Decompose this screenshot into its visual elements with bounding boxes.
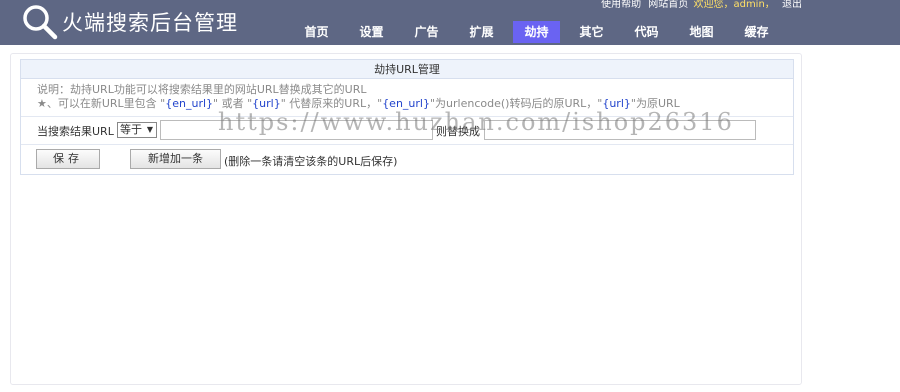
logout-link[interactable]: 退出: [782, 0, 802, 10]
nav-item-extensions[interactable]: 扩展: [458, 21, 505, 43]
save-button[interactable]: 保存: [36, 149, 100, 169]
delete-hint: (删除一条请清空该条的URL后保存): [224, 155, 398, 168]
desc-text: " 代替原来的URL，": [280, 97, 383, 110]
token-en-url: {en_url}: [165, 97, 214, 110]
site-home-link[interactable]: 网站首页: [648, 0, 688, 10]
target-url-input[interactable]: [484, 120, 756, 140]
desc-text: "为原URL: [630, 97, 680, 110]
rule-row: 当搜索结果URL 等于 ▼ 则替换成: [21, 117, 793, 145]
add-rule-button[interactable]: 新增加一条: [130, 149, 221, 169]
match-type-select[interactable]: 等于 ▼: [117, 122, 157, 138]
search-icon: [23, 5, 58, 40]
chevron-down-icon: ▼: [146, 125, 153, 134]
top-links: 使用帮助 网站首页 欢迎您，admin， 退出: [597, 0, 802, 11]
nav-item-settings[interactable]: 设置: [348, 21, 395, 43]
match-type-value: 等于: [120, 123, 142, 136]
replace-label: 则替换成: [436, 125, 480, 138]
hijack-url-box: 劫持URL管理 说明：劫持URL功能可以将搜索结果里的网站URL替换成其它的UR…: [20, 59, 794, 175]
welcome-text: 欢迎您，: [693, 0, 734, 10]
nav-item-ads[interactable]: 广告: [403, 21, 450, 43]
nav-item-code[interactable]: 代码: [623, 21, 670, 43]
token-en-url: {en_url}: [382, 97, 430, 110]
app-title: 火端搜索后台管理: [62, 11, 238, 35]
box-title: 劫持URL管理: [21, 60, 793, 79]
token-url: {url}: [252, 97, 281, 110]
help-link[interactable]: 使用帮助: [601, 0, 641, 10]
username: admin，: [733, 0, 775, 10]
nav-item-hijack[interactable]: 劫持: [513, 21, 560, 43]
nav-item-home[interactable]: 首页: [293, 21, 340, 43]
desc-text: " 或者 ": [213, 97, 253, 110]
nav-item-map[interactable]: 地图: [678, 21, 725, 43]
nav-item-other[interactable]: 其它: [568, 21, 615, 43]
desc-text: "为urlencode()转码后的原URL，": [429, 97, 603, 110]
description-line-2: ★、可以在新URL里包含 "{en_url}" 或者 "{url}" 代替原来的…: [37, 97, 793, 111]
token-url: {url}: [602, 97, 631, 110]
source-url-input[interactable]: [160, 120, 433, 140]
description-line-1: 说明：劫持URL功能可以将搜索结果里的网站URL替换成其它的URL: [37, 83, 367, 96]
main-nav: 首页 设置 广告 扩展 劫持 其它 代码 地图 缓存: [293, 21, 788, 43]
nav-item-cache[interactable]: 缓存: [733, 21, 780, 43]
header-bar: 火端搜索后台管理 使用帮助 网站首页 欢迎您，admin， 退出 首页 设置 广…: [0, 0, 900, 45]
logo: [20, 3, 60, 41]
rule-label: 当搜索结果URL: [37, 125, 114, 138]
description: 说明：劫持URL功能可以将搜索结果里的网站URL替换成其它的URL ★、可以在新…: [21, 79, 793, 117]
button-row: 保存 新增加一条 (删除一条请清空该条的URL后保存): [21, 145, 793, 172]
desc-text: ★、可以在新URL里包含 ": [37, 97, 166, 110]
